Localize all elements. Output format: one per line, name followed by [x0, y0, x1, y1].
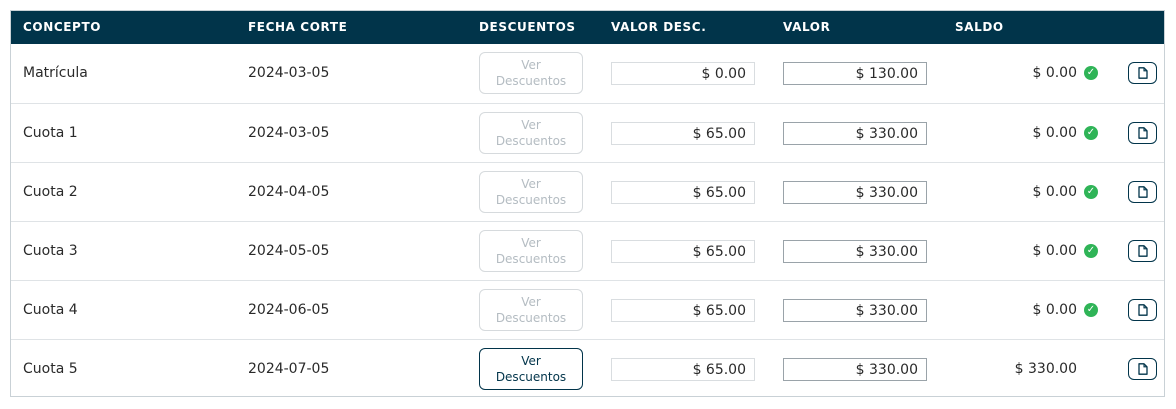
- header-valor-desc: VALOR DESC.: [611, 20, 707, 34]
- ver-descuentos-label-line1: Ver: [521, 295, 541, 309]
- payments-table: CONCEPTO FECHA CORTE DESCUENTOS VALOR DE…: [10, 10, 1165, 397]
- saldo-cell: $ 0.00 ✓: [1032, 222, 1098, 280]
- table-row: Cuota 2 2024-04-05 Ver Descuentos $ 0.00…: [11, 162, 1164, 221]
- valor-desc-field[interactable]: [611, 358, 755, 381]
- valor-desc-field[interactable]: [611, 122, 755, 145]
- ver-descuentos-button[interactable]: Ver Descuentos: [479, 289, 583, 331]
- ver-descuentos-label-line2: Descuentos: [495, 193, 567, 207]
- valor-desc-field[interactable]: [611, 240, 755, 263]
- ver-descuentos-label-line2: Descuentos: [495, 311, 567, 325]
- valor-desc-field[interactable]: [611, 181, 755, 204]
- table-header: CONCEPTO FECHA CORTE DESCUENTOS VALOR DE…: [11, 11, 1164, 44]
- ver-descuentos-button[interactable]: Ver Descuentos: [479, 230, 583, 272]
- ver-descuentos-label-line2: Descuentos: [495, 74, 567, 88]
- valor-field[interactable]: [783, 181, 927, 204]
- ver-descuentos-button[interactable]: Ver Descuentos: [479, 171, 583, 213]
- saldo-value: $ 0.00: [1032, 125, 1077, 141]
- table-row: Cuota 5 2024-07-05 Ver Descuentos $ 330.…: [11, 339, 1164, 398]
- document-icon: [1137, 186, 1148, 198]
- saldo-value: $ 330.00: [1014, 361, 1077, 377]
- valor-field[interactable]: [783, 358, 927, 381]
- concepto-cell: Cuota 4: [23, 302, 78, 318]
- ver-descuentos-label-line1: Ver: [521, 177, 541, 191]
- saldo-cell: $ 0.00 ✓: [1032, 163, 1098, 221]
- concepto-cell: Cuota 5: [23, 361, 78, 377]
- saldo-cell: $ 0.00 ✓: [1032, 104, 1098, 162]
- fecha-corte-cell: 2024-07-05: [248, 361, 330, 377]
- valor-field[interactable]: [783, 240, 927, 263]
- valor-desc-field[interactable]: [611, 62, 755, 85]
- saldo-value: $ 0.00: [1032, 243, 1077, 259]
- header-saldo: SALDO: [955, 20, 1004, 34]
- saldo-cell: $ 0.00 ✓: [1032, 281, 1098, 339]
- ver-descuentos-button[interactable]: Ver Descuentos: [479, 348, 583, 390]
- valor-desc-field[interactable]: [611, 299, 755, 322]
- document-icon: [1137, 67, 1148, 79]
- fecha-corte-cell: 2024-05-05: [248, 243, 330, 259]
- paid-check-icon: ✓: [1084, 303, 1098, 317]
- saldo-value: $ 0.00: [1032, 302, 1077, 318]
- document-icon: [1137, 245, 1148, 257]
- ver-descuentos-button[interactable]: Ver Descuentos: [479, 112, 583, 154]
- table-row: Cuota 3 2024-05-05 Ver Descuentos $ 0.00…: [11, 221, 1164, 280]
- fecha-corte-cell: 2024-03-05: [248, 65, 330, 81]
- paid-check-icon: ✓: [1084, 244, 1098, 258]
- concepto-cell: Cuota 1: [23, 125, 78, 141]
- document-icon: [1137, 127, 1148, 139]
- paid-check-icon: ✓: [1084, 66, 1098, 80]
- ver-descuentos-button[interactable]: Ver Descuentos: [479, 52, 583, 94]
- paid-check-icon: ✓: [1084, 185, 1098, 199]
- concepto-cell: Cuota 2: [23, 184, 78, 200]
- ver-descuentos-label-line1: Ver: [521, 236, 541, 250]
- document-button[interactable]: [1128, 62, 1157, 84]
- concepto-cell: Matrícula: [23, 65, 88, 81]
- table-row: Cuota 4 2024-06-05 Ver Descuentos $ 0.00…: [11, 280, 1164, 339]
- header-descuentos: DESCUENTOS: [479, 20, 576, 34]
- header-concepto: CONCEPTO: [23, 20, 102, 34]
- valor-field[interactable]: [783, 122, 927, 145]
- paid-check-icon: ✓: [1084, 126, 1098, 140]
- document-button[interactable]: [1128, 358, 1157, 380]
- document-icon: [1137, 363, 1148, 375]
- fecha-corte-cell: 2024-04-05: [248, 184, 330, 200]
- header-fecha-corte: FECHA CORTE: [248, 20, 348, 34]
- saldo-cell: $ 0.00 ✓: [1032, 44, 1098, 102]
- document-button[interactable]: [1128, 299, 1157, 321]
- document-button[interactable]: [1128, 181, 1157, 203]
- document-button[interactable]: [1128, 122, 1157, 144]
- ver-descuentos-label-line2: Descuentos: [495, 252, 567, 266]
- ver-descuentos-label-line2: Descuentos: [495, 370, 567, 384]
- ver-descuentos-label-line1: Ver: [521, 354, 541, 368]
- fecha-corte-cell: 2024-06-05: [248, 302, 330, 318]
- document-icon: [1137, 304, 1148, 316]
- table-row: Cuota 1 2024-03-05 Ver Descuentos $ 0.00…: [11, 103, 1164, 162]
- table-row: Matrícula 2024-03-05 Ver Descuentos $ 0.…: [11, 44, 1164, 103]
- valor-field[interactable]: [783, 62, 927, 85]
- document-button[interactable]: [1128, 240, 1157, 262]
- valor-field[interactable]: [783, 299, 927, 322]
- saldo-cell: $ 330.00: [1015, 340, 1098, 398]
- ver-descuentos-label-line2: Descuentos: [495, 134, 567, 148]
- header-valor: VALOR: [783, 20, 831, 34]
- saldo-value: $ 0.00: [1032, 65, 1077, 81]
- fecha-corte-cell: 2024-03-05: [248, 125, 330, 141]
- saldo-value: $ 0.00: [1032, 184, 1077, 200]
- ver-descuentos-label-line1: Ver: [521, 118, 541, 132]
- concepto-cell: Cuota 3: [23, 243, 78, 259]
- ver-descuentos-label-line1: Ver: [521, 58, 541, 72]
